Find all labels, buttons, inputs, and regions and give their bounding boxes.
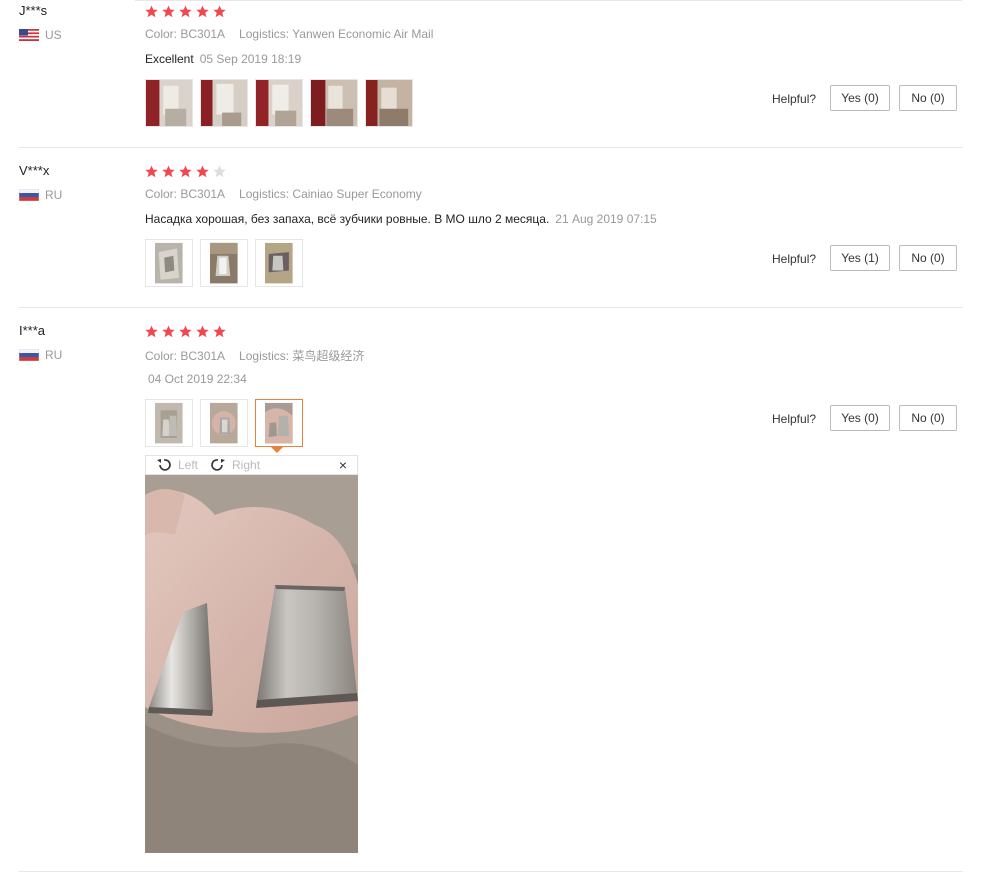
reviewer-country: US — [19, 28, 62, 42]
review-photo-thumbnail[interactable] — [200, 239, 248, 287]
review-text-line: Excellent 05 Sep 2019 18:19 — [145, 52, 301, 66]
review-meta: Color: BC301A Logistics: 菜鸟超级经济 — [145, 347, 364, 364]
star-icon — [179, 325, 192, 338]
star-icon — [179, 165, 192, 178]
review-photo-thumbnail-selected[interactable] — [255, 399, 303, 447]
helpful-label: Helpful? — [772, 92, 817, 106]
helpful-no-button[interactable]: No (0) — [899, 405, 957, 431]
star-icon — [145, 5, 158, 18]
reviewer-name: V***x — [19, 163, 50, 178]
review-photo-thumbnail[interactable] — [310, 79, 358, 127]
close-icon[interactable]: × — [339, 457, 347, 473]
rating-stars — [145, 165, 230, 178]
review-divider — [18, 147, 963, 148]
color-label: Color: BC301A — [145, 349, 226, 363]
review-photo-thumbnail[interactable] — [145, 79, 193, 127]
review-date: 05 Sep 2019 18:19 — [199, 52, 302, 66]
star-icon — [162, 5, 175, 18]
review-text: Насадка хорошая, без запаха, всё зубчики… — [145, 212, 550, 226]
top-divider — [135, 0, 962, 1]
review-date: 21 Aug 2019 07:15 — [555, 212, 657, 226]
rotate-left-icon — [157, 459, 171, 471]
star-icon — [196, 325, 209, 338]
photo-viewer-image — [145, 475, 358, 853]
rotate-right-icon — [211, 459, 226, 471]
reviewer-country: RU — [19, 348, 62, 362]
review-date: 04 Oct 2019 22:34 — [148, 372, 247, 386]
reviewer-name: I***a — [19, 323, 46, 338]
review-photo-thumbnail[interactable] — [255, 239, 303, 287]
helpful-yes-button[interactable]: Yes (0) — [830, 405, 890, 431]
ru-flag-icon — [19, 189, 39, 201]
rotate-left-button[interactable]: Left — [156, 458, 198, 472]
country-code: RU — [45, 188, 63, 202]
helpful-yes-button[interactable]: Yes (0) — [830, 85, 890, 111]
review-text: Excellent — [145, 52, 194, 66]
review-meta: Color: BC301A Logistics: Yanwen Economic … — [145, 27, 433, 41]
review-photo-thumbnail[interactable] — [255, 79, 303, 127]
review-meta: Color: BC301A Logistics: Cainiao Super Ec… — [145, 187, 422, 201]
review-text-line: 04 Oct 2019 22:34 — [145, 372, 247, 386]
star-icon — [213, 165, 226, 178]
star-icon — [213, 325, 226, 338]
review-divider — [18, 307, 963, 308]
selected-photo-caret — [271, 447, 283, 453]
review-photo-thumbnail[interactable] — [145, 239, 193, 287]
review-photo-thumbnail[interactable] — [200, 399, 248, 447]
review-photo-thumbnail[interactable] — [200, 79, 248, 127]
star-icon — [196, 5, 209, 18]
helpful-no-button[interactable]: No (0) — [899, 85, 957, 111]
rating-stars — [145, 5, 230, 18]
star-icon — [179, 5, 192, 18]
color-label: Color: BC301A — [145, 187, 226, 201]
helpful-label: Helpful? — [772, 252, 817, 266]
ru-flag-icon — [19, 349, 39, 361]
country-code: RU — [45, 348, 63, 362]
star-icon — [213, 5, 226, 18]
reviewer-country: RU — [19, 188, 62, 202]
helpful-yes-button[interactable]: Yes (1) — [830, 245, 890, 271]
rotate-right-button[interactable]: Right — [210, 458, 260, 472]
logistics-label: Logistics: Yanwen Economic Air Mail — [239, 27, 434, 41]
helpful-no-button[interactable]: No (0) — [899, 245, 957, 271]
country-code: US — [45, 28, 62, 42]
review-photos — [145, 239, 310, 287]
review-divider — [18, 871, 963, 872]
review-text-line: Насадка хорошая, без запаха, всё зубчики… — [145, 212, 657, 226]
review-photo-thumbnail[interactable] — [365, 79, 413, 127]
review-photos — [145, 79, 420, 127]
star-icon — [145, 325, 158, 338]
us-flag-icon — [19, 29, 39, 41]
review-photos — [145, 399, 310, 447]
helpful-label: Helpful? — [772, 412, 817, 426]
rotate-right-label: Right — [232, 458, 261, 472]
rating-stars — [145, 325, 230, 338]
star-icon — [162, 325, 175, 338]
star-icon — [196, 165, 209, 178]
color-label: Color: BC301A — [145, 27, 226, 41]
review-photo-thumbnail[interactable] — [145, 399, 193, 447]
logistics-label: Logistics: Cainiao Super Economy — [239, 187, 422, 201]
logistics-label: Logistics: 菜鸟超级经济 — [239, 349, 365, 363]
rotate-left-label: Left — [178, 458, 199, 472]
star-icon — [162, 165, 175, 178]
photo-viewer-toolbar: Left Right × — [145, 455, 358, 475]
star-icon — [145, 165, 158, 178]
reviewer-name: J***s — [19, 3, 48, 18]
